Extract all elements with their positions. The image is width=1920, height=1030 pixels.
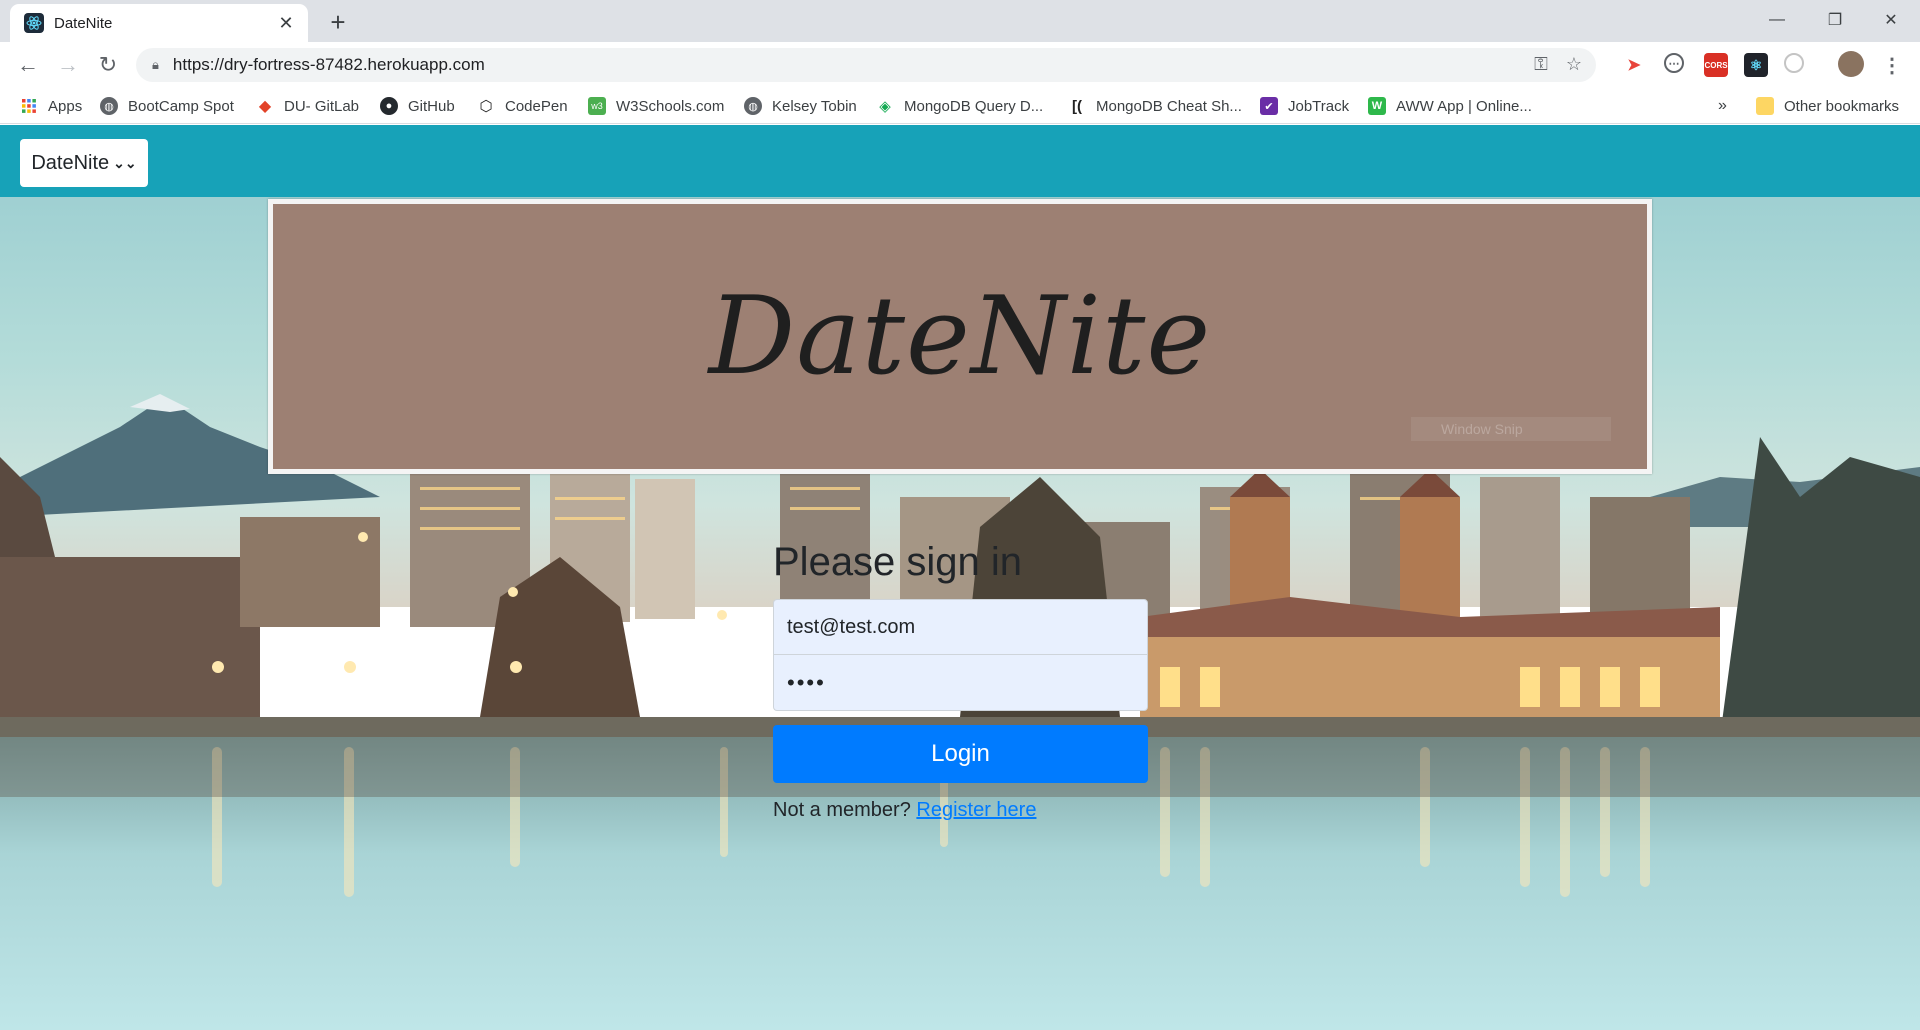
- bookmark-label: W3Schools.com: [616, 97, 725, 115]
- bookmarks-overflow-button[interactable]: »: [1718, 88, 1727, 124]
- register-link[interactable]: Register here: [916, 799, 1036, 821]
- bookmarks-bar: Apps ◍ BootCamp Spot ◆ DU- GitLab ● GitH…: [0, 88, 1920, 124]
- window-snip-watermark: Window Snip: [1411, 417, 1611, 441]
- bookmark-label: GitHub: [408, 97, 455, 115]
- globe-icon: ◍: [100, 97, 118, 115]
- extension-ring-icon[interactable]: [1784, 53, 1804, 73]
- bookmark-aww-app[interactable]: W AWW App | Online...: [1368, 88, 1532, 124]
- cast-extension-icon[interactable]: ➤: [1622, 53, 1646, 77]
- devtools-extension-icon[interactable]: ⋯: [1664, 53, 1684, 73]
- bookmark-label: Other bookmarks: [1784, 97, 1900, 115]
- forward-icon[interactable]: →: [54, 51, 82, 79]
- brand-label: DateNite: [31, 151, 110, 174]
- url-text: https://dry-fortress-87482.herokuapp.com: [172, 55, 485, 74]
- browser-toolbar: ← → ↻ 🔒︎ https://dry-fortress-87482.hero…: [0, 42, 1920, 88]
- new-tab-button[interactable]: +: [322, 6, 354, 38]
- bookmark-label: MongoDB Query D...: [904, 97, 1044, 115]
- bookmark-label: BootCamp Spot: [128, 97, 234, 115]
- chevron-double-down-icon: ⌄⌄: [113, 154, 137, 171]
- minimize-icon[interactable]: —: [1748, 0, 1806, 40]
- bookmark-label: CodePen: [505, 97, 568, 115]
- member-text: Not a member?: [773, 799, 911, 821]
- signin-heading: Please sign in: [773, 540, 1023, 584]
- app-navbar: DateNite ⌄⌄: [0, 125, 1920, 197]
- bookmark-label: Apps: [48, 97, 83, 115]
- login-button[interactable]: Login: [773, 725, 1148, 783]
- bookmark-mongodb-query[interactable]: ◈ MongoDB Query D...: [876, 88, 1043, 124]
- avatar[interactable]: [1838, 51, 1864, 77]
- close-tab-icon[interactable]: ✕: [276, 13, 296, 34]
- brand-dropdown-button[interactable]: DateNite ⌄⌄: [20, 139, 148, 187]
- close-window-icon[interactable]: ✕: [1862, 0, 1920, 40]
- background-image: DateNite Window Snip Please sign in test…: [0, 197, 1920, 1030]
- address-bar[interactable]: 🔒︎ https://dry-fortress-87482.herokuapp.…: [136, 48, 1596, 82]
- gitlab-icon: ◆: [258, 98, 272, 115]
- bookmark-label: MongoDB Cheat Sh...: [1096, 97, 1242, 115]
- key-icon[interactable]: ⚿: [1534, 54, 1548, 75]
- apps-grid-icon: [20, 97, 38, 115]
- folder-icon: [1756, 97, 1774, 115]
- signin-form: Please sign in test@test.com •••• Login …: [773, 537, 1148, 822]
- bookmark-mongodb-cheat[interactable]: [( MongoDB Cheat Sh...: [1068, 88, 1242, 124]
- menu-kebab-icon[interactable]: ⋮: [1880, 53, 1904, 77]
- hero-banner: DateNite Window Snip: [268, 199, 1652, 474]
- password-field[interactable]: ••••: [773, 655, 1148, 711]
- reload-icon[interactable]: ↻: [94, 51, 122, 79]
- bookmark-du-gitlab[interactable]: ◆ DU- GitLab: [256, 88, 359, 124]
- bookmark-other-bookmarks[interactable]: Other bookmarks: [1756, 88, 1899, 124]
- bookmark-codepen[interactable]: ⬡ CodePen: [477, 88, 568, 124]
- hero-title: DateNite: [708, 274, 1212, 399]
- back-icon[interactable]: ←: [14, 51, 42, 79]
- bookmark-label: Kelsey Tobin: [772, 97, 857, 115]
- bracket-icon: [(: [1072, 97, 1082, 115]
- codepen-icon: ⬡: [479, 98, 493, 115]
- bookmark-apps[interactable]: Apps: [20, 88, 82, 124]
- bookmark-bootcamp-spot[interactable]: ◍ BootCamp Spot: [100, 88, 234, 124]
- restore-icon[interactable]: ❐: [1806, 0, 1864, 40]
- aww-icon: W: [1368, 97, 1386, 115]
- w3schools-icon: w3: [588, 97, 606, 115]
- bookmark-label: DU- GitLab: [284, 97, 360, 115]
- bookmark-label: JobTrack: [1288, 97, 1350, 115]
- bookmark-label: AWW App | Online...: [1396, 97, 1532, 115]
- jobtrack-icon: ✔: [1260, 97, 1278, 115]
- bookmark-w3schools[interactable]: w3 W3Schools.com: [588, 88, 724, 124]
- react-devtools-icon[interactable]: ⚛: [1744, 53, 1768, 77]
- github-icon: ●: [380, 97, 398, 115]
- page-viewport: DateNite ⌄⌄ DateNite Window Snip Please …: [0, 125, 1920, 1030]
- tab-title: DateNite: [54, 14, 113, 32]
- mongodb-icon: ◈: [879, 98, 891, 115]
- tab-strip: DateNite ✕ + — ❐ ✕: [0, 0, 1920, 42]
- email-field[interactable]: test@test.com: [773, 599, 1148, 655]
- globe-icon: ◍: [744, 97, 762, 115]
- react-icon: [24, 13, 44, 33]
- bookmark-kelsey-tobin[interactable]: ◍ Kelsey Tobin: [744, 88, 857, 124]
- browser-tab[interactable]: DateNite ✕: [10, 4, 308, 42]
- bookmark-star-icon[interactable]: ☆: [1566, 54, 1582, 75]
- register-prompt: Not a member? Register here: [773, 799, 1148, 822]
- bookmark-jobtrack[interactable]: ✔ JobTrack: [1260, 88, 1349, 124]
- lock-icon: 🔒︎: [152, 57, 159, 72]
- bookmark-github[interactable]: ● GitHub: [380, 88, 455, 124]
- cors-extension-icon[interactable]: CORS: [1704, 53, 1728, 77]
